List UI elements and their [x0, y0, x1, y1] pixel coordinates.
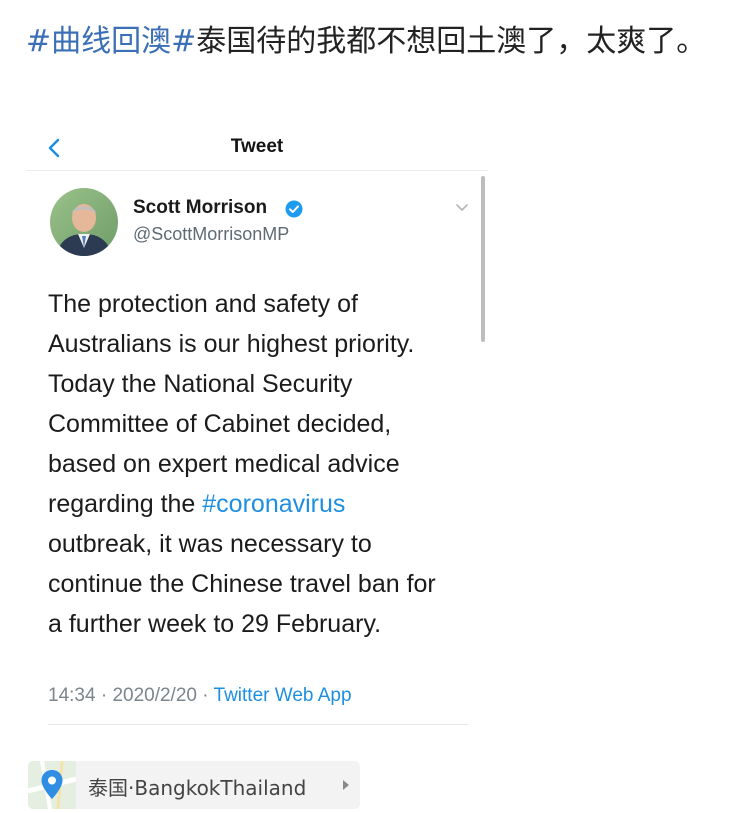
post-body: 泰国待的我都不想回土澳了，太爽了。	[196, 24, 707, 59]
meta-separator: ·	[95, 685, 113, 706]
caret-right-icon	[343, 780, 349, 790]
tweet-date: 2020/2/20	[112, 685, 197, 706]
avatar[interactable]	[50, 188, 118, 256]
tweet-body: The protection and safety of Australians…	[48, 284, 478, 644]
tweet-line: The protection and safety of	[48, 290, 358, 318]
tweet-line: Today the National Security	[48, 370, 353, 398]
tweet-line: continue the Chinese travel ban for	[48, 570, 436, 598]
hashtag-link[interactable]: #coronavirus	[202, 490, 345, 518]
tweet-time: 14:34	[48, 685, 96, 706]
post-hashtag[interactable]: #曲线回澳#	[26, 24, 196, 59]
tweet-line: a further week to 29 February.	[48, 610, 382, 638]
tweet-line: Australians is our highest priority.	[48, 330, 415, 358]
location-label: 泰国·BangkokThailand	[88, 776, 307, 800]
tweet-meta: 14:34 · 2020/2/20 · Twitter Web App	[48, 685, 352, 707]
map-thumbnail	[28, 761, 76, 809]
tweet-header: Tweet	[26, 126, 488, 171]
chevron-down-icon[interactable]	[454, 202, 470, 214]
tweet-line: Committee of Cabinet decided,	[48, 410, 392, 438]
tweet-line-text: regarding the	[48, 490, 203, 518]
tweet-line-with-link: regarding the #coronavirus	[48, 484, 478, 524]
header-title: Tweet	[230, 136, 284, 157]
location-pin-icon	[41, 770, 63, 799]
location-chip[interactable]: 泰国·BangkokThailand	[28, 761, 360, 809]
tweet-screenshot: Tweet Scott Morrison @ScottMorrisonMP Th…	[26, 126, 488, 736]
tweet-source-link[interactable]: Twitter Web App	[214, 685, 352, 706]
post-text: #曲线回澳#泰国待的我都不想回土澳了，太爽了。	[26, 20, 726, 64]
author-handle[interactable]: @ScottMorrisonMP	[133, 224, 289, 245]
tweet-line: based on expert medical advice	[48, 450, 400, 478]
tweet-line: outbreak, it was necessary to	[48, 530, 372, 558]
verified-badge-icon	[285, 200, 303, 218]
scrollbar[interactable]	[481, 176, 485, 342]
meta-separator: ·	[196, 685, 214, 706]
divider	[48, 724, 468, 725]
author-name[interactable]: Scott Morrison	[133, 197, 267, 219]
